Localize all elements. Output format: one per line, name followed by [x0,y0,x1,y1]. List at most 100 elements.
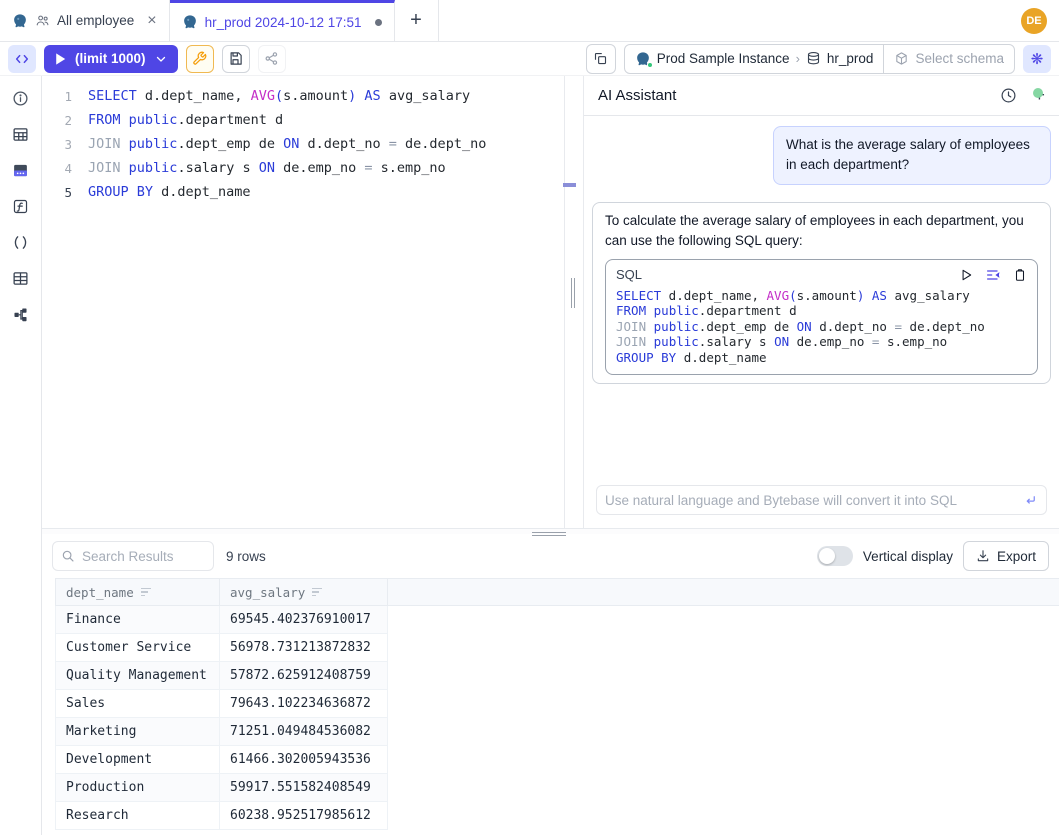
tab-label: All employee [57,13,134,28]
ai-assistant-panel: AI Assistant + What is the average salar… [583,76,1059,528]
table-row[interactable]: Quality Management57872.625912408759 [55,662,1059,690]
multi-query-icon [593,51,608,66]
sql-code-card: SQL [605,259,1038,375]
assistant-intro-text: To calculate the average salary of emplo… [605,211,1038,252]
results-header: 9 rows Vertical display Export [42,534,1059,578]
table-cell[interactable]: 69545.402376910017 [220,606,388,634]
schema-diagram-icon[interactable] [12,306,29,323]
code-language-label: SQL [616,265,642,285]
schema-cube-icon [894,51,909,66]
editor-toolbar: (limit 1000) Prod Sample Instance [0,42,1059,76]
table-row[interactable]: Development61466.302005943536 [55,746,1059,774]
close-icon[interactable]: × [147,12,156,30]
ai-panel-header: AI Assistant + [584,76,1059,116]
sort-icon[interactable] [141,588,151,597]
table-body: Finance69545.402376910017Customer Servic… [55,606,1059,830]
vertical-splitter[interactable] [565,76,583,528]
assistant-message-bubble: To calculate the average salary of emplo… [592,202,1051,385]
tab-all-employee[interactable]: All employee × [0,0,170,41]
splitter-grip[interactable] [532,530,566,536]
results-search[interactable] [52,541,214,571]
table-cell[interactable]: 79643.102234636872 [220,690,388,718]
info-icon[interactable] [12,90,29,107]
connection-picker[interactable]: Prod Sample Instance › hr_prod Select sc… [624,44,1015,74]
external-table-icon[interactable] [12,270,29,287]
wrench-icon [192,51,207,66]
export-button[interactable]: Export [963,541,1049,571]
table-cell[interactable]: Marketing [55,718,220,746]
admin-wrench-button[interactable] [186,45,214,73]
tab-label: hr_prod 2024-10-12 17:51 [205,15,362,30]
share-icon [264,51,279,66]
procedure-parentheses-icon[interactable] [12,234,29,251]
header-filler [388,579,1059,605]
sort-icon[interactable] [312,588,322,597]
column-header-dept-name[interactable]: dept_name [55,579,220,605]
unsaved-dot-icon [375,19,382,26]
schema-placeholder: Select schema [915,51,1004,66]
tab-bar: All employee × hr_prod 2024-10-12 17:51 … [0,0,1059,42]
table-row[interactable]: Sales79643.102234636872 [55,690,1059,718]
new-tab-button[interactable]: + [395,0,439,41]
vertical-display-toggle[interactable] [817,546,853,566]
save-sheet-button[interactable] [222,45,250,73]
table-cell[interactable]: 61466.302005943536 [220,746,388,774]
run-label: (limit 1000) [75,51,146,66]
table-cell[interactable]: Quality Management [55,662,220,690]
code-panel-toggle-icon[interactable] [8,45,36,73]
table-cell[interactable]: 71251.049484536082 [220,718,388,746]
copy-icon[interactable] [1013,268,1027,282]
batch-query-button[interactable] [586,44,616,74]
save-icon [228,51,243,66]
user-avatar[interactable]: DE [1021,8,1047,34]
scrollbar-decoration [563,183,576,187]
toolbar-right: Prod Sample Instance › hr_prod Select sc… [586,44,1051,74]
database-icon [806,51,821,66]
horizontal-splitter[interactable] [42,528,1059,534]
table-row[interactable]: Production59917.551582408549 [55,774,1059,802]
search-results-input[interactable] [82,549,205,564]
ai-panel-title: AI Assistant [598,87,676,104]
table-row[interactable]: Customer Service56978.731213872832 [55,634,1059,662]
tabbar-spacer [439,0,1021,41]
table-cell[interactable]: Production [55,774,220,802]
insert-into-editor-icon[interactable] [985,267,1001,283]
submit-return-icon[interactable] [1023,493,1038,508]
table-cell[interactable]: Sales [55,690,220,718]
user-message-bubble: What is the average salary of employees … [773,126,1051,185]
results-panel: 9 rows Vertical display Export dept_name [42,534,1059,835]
sql-editor[interactable]: 1SELECT d.dept_name, AVG(s.amount) AS av… [42,76,565,528]
table-cell[interactable]: 60238.952517985612 [220,802,388,830]
ai-assistant-toggle-button[interactable]: ❋ [1023,45,1051,73]
table-cell[interactable]: 57872.625912408759 [220,662,388,690]
ai-prompt-input[interactable] [605,493,1017,508]
download-icon [976,549,990,563]
vertical-display-label: Vertical display [863,549,953,564]
schema-select[interactable]: Select schema [883,45,1014,73]
table-cell[interactable]: Development [55,746,220,774]
search-icon [61,549,75,563]
history-clock-icon[interactable] [1000,87,1017,104]
instance-database-segment[interactable]: Prod Sample Instance › hr_prod [625,45,884,73]
table-cell[interactable]: 56978.731213872832 [220,634,388,662]
connection-status-dot [647,62,653,68]
table-cell[interactable]: Customer Service [55,634,220,662]
sql-code-block: SELECT d.dept_name, AVG(s.amount) AS avg… [606,287,1037,375]
tables-icon[interactable] [12,126,29,143]
function-icon[interactable] [12,198,29,215]
run-code-icon[interactable] [959,268,973,282]
table-row[interactable]: Marketing71251.049484536082 [55,718,1059,746]
openai-icon: ❋ [1031,50,1044,68]
sample-data-icon[interactable] [12,162,29,179]
table-cell[interactable]: Research [55,802,220,830]
table-row[interactable]: Finance69545.402376910017 [55,606,1059,634]
table-row[interactable]: Research60238.952517985612 [55,802,1059,830]
column-header-avg-salary[interactable]: avg_salary [220,579,388,605]
run-query-button[interactable]: (limit 1000) [44,45,178,73]
tab-hr-prod[interactable]: hr_prod 2024-10-12 17:51 [170,0,395,41]
results-table: dept_name avg_salary Finance69545.402376… [55,578,1059,835]
table-cell[interactable]: 59917.551582408549 [220,774,388,802]
table-cell[interactable]: Finance [55,606,220,634]
splitter-grip[interactable] [571,278,575,308]
share-button[interactable] [258,45,286,73]
